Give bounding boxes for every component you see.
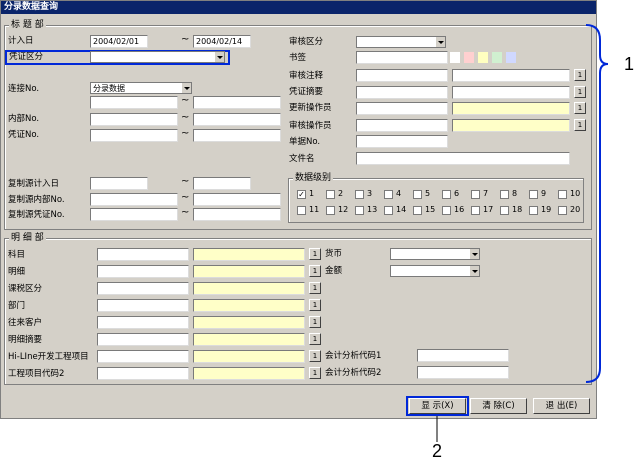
callout-bracket [585,24,609,383]
callout-2: 2 [432,441,443,461]
callout-1: 1 [624,54,635,74]
callout-overlay [436,24,609,442]
